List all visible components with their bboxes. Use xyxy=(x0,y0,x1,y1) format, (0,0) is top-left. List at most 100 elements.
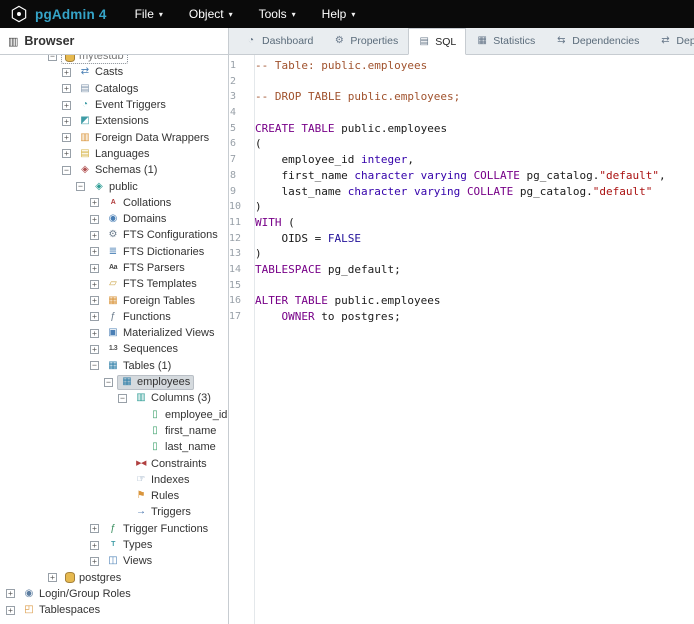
tree-toggle-plus-icon[interactable]: + xyxy=(90,296,99,305)
tree-node[interactable]: ▦employees xyxy=(117,375,194,390)
code-line[interactable]: 11WITH ( xyxy=(229,215,694,231)
tree-node[interactable]: ◉Login/Group Roles xyxy=(19,586,135,601)
tree-item-employees[interactable]: −▦employees xyxy=(0,374,228,390)
code-line[interactable]: 9 last_name character varying COLLATE pg… xyxy=(229,184,694,200)
tree-item-mytestdb[interactable]: −mytestdb xyxy=(0,55,228,64)
tree-toggle-minus-icon[interactable]: − xyxy=(90,361,99,370)
tree-node[interactable]: ▥Columns (3) xyxy=(131,391,215,406)
tab-dashboard[interactable]: ◔Dashboard xyxy=(235,28,323,54)
tree-item-materialized-views[interactable]: +▣Materialized Views xyxy=(0,325,228,341)
code-line[interactable]: 1-- Table: public.employees xyxy=(229,58,694,74)
tree-toggle-plus-icon[interactable]: + xyxy=(90,231,99,240)
tree-item-fts-configurations[interactable]: + ⚙FTS Configurations xyxy=(0,227,228,243)
tree-item-views[interactable]: +◫Views xyxy=(0,553,228,569)
code-line[interactable]: 15 xyxy=(229,278,694,294)
tree-node[interactable]: ▱FTS Templates xyxy=(103,277,201,292)
tree-node[interactable]: ◰Tablespaces xyxy=(19,603,104,618)
tree-node[interactable]: 1.3Sequences xyxy=(103,342,182,357)
tree-item-constraints[interactable]: ▶◀Constraints xyxy=(0,455,228,471)
tab-sql[interactable]: ▤SQL xyxy=(408,28,466,55)
tree-node[interactable]: ▯first_name xyxy=(145,423,220,438)
tree-item-fts-parsers[interactable]: +AaFTS Parsers xyxy=(0,260,228,276)
tree-node[interactable]: ƒFunctions xyxy=(103,309,175,324)
tree-node[interactable]: ƒTrigger Functions xyxy=(103,521,212,536)
code-line[interactable]: 2 xyxy=(229,74,694,90)
tree-item-foreign-tables[interactable]: + ▦Foreign Tables xyxy=(0,292,228,308)
code-line[interactable]: 16ALTER TABLE public.employees xyxy=(229,293,694,309)
code-line[interactable]: 12 OIDS = FALSE xyxy=(229,231,694,247)
tree-item-fts-templates[interactable]: +▱FTS Templates xyxy=(0,276,228,292)
tree-node[interactable]: ◩Extensions xyxy=(75,114,153,129)
tree-toggle-minus-icon[interactable]: − xyxy=(118,394,127,403)
tree-toggle-plus-icon[interactable]: + xyxy=(6,606,15,615)
tree-node[interactable]: ▥Foreign Data Wrappers xyxy=(75,130,213,145)
menu-tools[interactable]: Tools▾ xyxy=(259,7,296,21)
tab-statistics[interactable]: ▦Statistics xyxy=(466,28,545,54)
tree-toggle-plus-icon[interactable]: + xyxy=(90,541,99,550)
tree-toggle-plus-icon[interactable]: + xyxy=(62,133,71,142)
tree-item-functions[interactable]: + ƒFunctions xyxy=(0,309,228,325)
tree-node[interactable]: ▯last_name xyxy=(145,440,220,455)
tree-item-rules[interactable]: ⚑Rules xyxy=(0,488,228,504)
tree-item-fts-dictionaries[interactable]: + ≣FTS Dictionaries xyxy=(0,244,228,260)
tree-item-first-name[interactable]: ▯first_name xyxy=(0,423,228,439)
tree-node[interactable]: ACollations xyxy=(103,195,175,210)
tree-item-columns-3[interactable]: −▥Columns (3) xyxy=(0,390,228,406)
pgadmin-logo[interactable]: pgAdmin 4 xyxy=(10,5,107,23)
tree-toggle-plus-icon[interactable]: + xyxy=(90,312,99,321)
tree-item-login-group-roles[interactable]: + ◉Login/Group Roles xyxy=(0,586,228,602)
tree-item-indexes[interactable]: ☞Indexes xyxy=(0,472,228,488)
tree-toggle-plus-icon[interactable]: + xyxy=(90,524,99,533)
tree-node[interactable]: ⚑Rules xyxy=(131,489,183,504)
tree-toggle-plus-icon[interactable]: + xyxy=(62,84,71,93)
code-line[interactable]: 10) xyxy=(229,199,694,215)
tree-item-catalogs[interactable]: + ▤Catalogs xyxy=(0,81,228,97)
tree-item-tables-1[interactable]: −▦Tables (1) xyxy=(0,358,228,374)
tree-item-casts[interactable]: + ⇄Casts xyxy=(0,64,228,80)
tree-item-sequences[interactable]: +1.3Sequences xyxy=(0,341,228,357)
tab-dependents[interactable]: ⇄Dependents xyxy=(649,28,694,54)
tree-item-tablespaces[interactable]: + ◰Tablespaces xyxy=(0,602,228,618)
tree-item-collations[interactable]: +ACollations xyxy=(0,195,228,211)
tree-toggle-minus-icon[interactable]: − xyxy=(76,182,85,191)
tab-properties[interactable]: ⚙Properties xyxy=(323,28,408,54)
code-line[interactable]: 17 OWNER to postgres; xyxy=(229,309,694,325)
tree-toggle-plus-icon[interactable]: + xyxy=(62,68,71,77)
tree-node[interactable]: ▦Foreign Tables xyxy=(103,293,199,308)
code-line[interactable]: 8 first_name character varying COLLATE p… xyxy=(229,168,694,184)
code-line[interactable]: 6( xyxy=(229,136,694,152)
tree-node[interactable]: ≣FTS Dictionaries xyxy=(103,244,208,259)
menu-help[interactable]: Help▾ xyxy=(322,7,356,21)
tree-toggle-minus-icon[interactable]: − xyxy=(48,55,57,61)
code-line[interactable]: 14TABLESPACE pg_default; xyxy=(229,262,694,278)
tree-toggle-plus-icon[interactable]: + xyxy=(90,247,99,256)
tree-item-types[interactable]: +TTypes xyxy=(0,537,228,553)
tree-node[interactable]: ▤Languages xyxy=(75,146,153,161)
code-line[interactable]: 13) xyxy=(229,246,694,262)
tree-toggle-minus-icon[interactable]: − xyxy=(62,166,71,175)
tree-node[interactable]: mytestdb xyxy=(61,55,128,64)
tree-toggle-minus-icon[interactable]: − xyxy=(104,378,113,387)
tree-item-event-triggers[interactable]: +◔Event Triggers xyxy=(0,97,228,113)
tree-node[interactable]: ▣Materialized Views xyxy=(103,326,219,341)
tree-node[interactable]: ▤Catalogs xyxy=(75,81,142,96)
tree-node[interactable]: ⚙FTS Configurations xyxy=(103,228,222,243)
sql-editor[interactable]: 1-- Table: public.employees23-- DROP TAB… xyxy=(229,55,694,624)
tree-toggle-plus-icon[interactable]: + xyxy=(90,345,99,354)
tree-item-languages[interactable]: +▤Languages xyxy=(0,146,228,162)
tree-toggle-plus-icon[interactable]: + xyxy=(6,589,15,598)
tree-node[interactable]: ◈Schemas (1) xyxy=(75,163,161,178)
tree-node[interactable]: ▶◀Constraints xyxy=(131,456,211,471)
tree-toggle-plus-icon[interactable]: + xyxy=(90,215,99,224)
tree-toggle-plus-icon[interactable]: + xyxy=(48,573,57,582)
tree-node[interactable]: ◔Event Triggers xyxy=(75,98,170,113)
tree-node[interactable]: →Triggers xyxy=(131,505,195,520)
tree-item-last-name[interactable]: ▯last_name xyxy=(0,439,228,455)
tree-item-triggers[interactable]: →Triggers xyxy=(0,504,228,520)
tree-toggle-plus-icon[interactable]: + xyxy=(90,557,99,566)
tree-item-schemas-1[interactable]: −◈Schemas (1) xyxy=(0,162,228,178)
tree-node[interactable]: ⇄Casts xyxy=(75,65,127,80)
menu-file[interactable]: File▾ xyxy=(135,7,163,21)
code-line[interactable]: 3-- DROP TABLE public.employees; xyxy=(229,89,694,105)
tree-node[interactable]: ◈public xyxy=(89,179,142,194)
